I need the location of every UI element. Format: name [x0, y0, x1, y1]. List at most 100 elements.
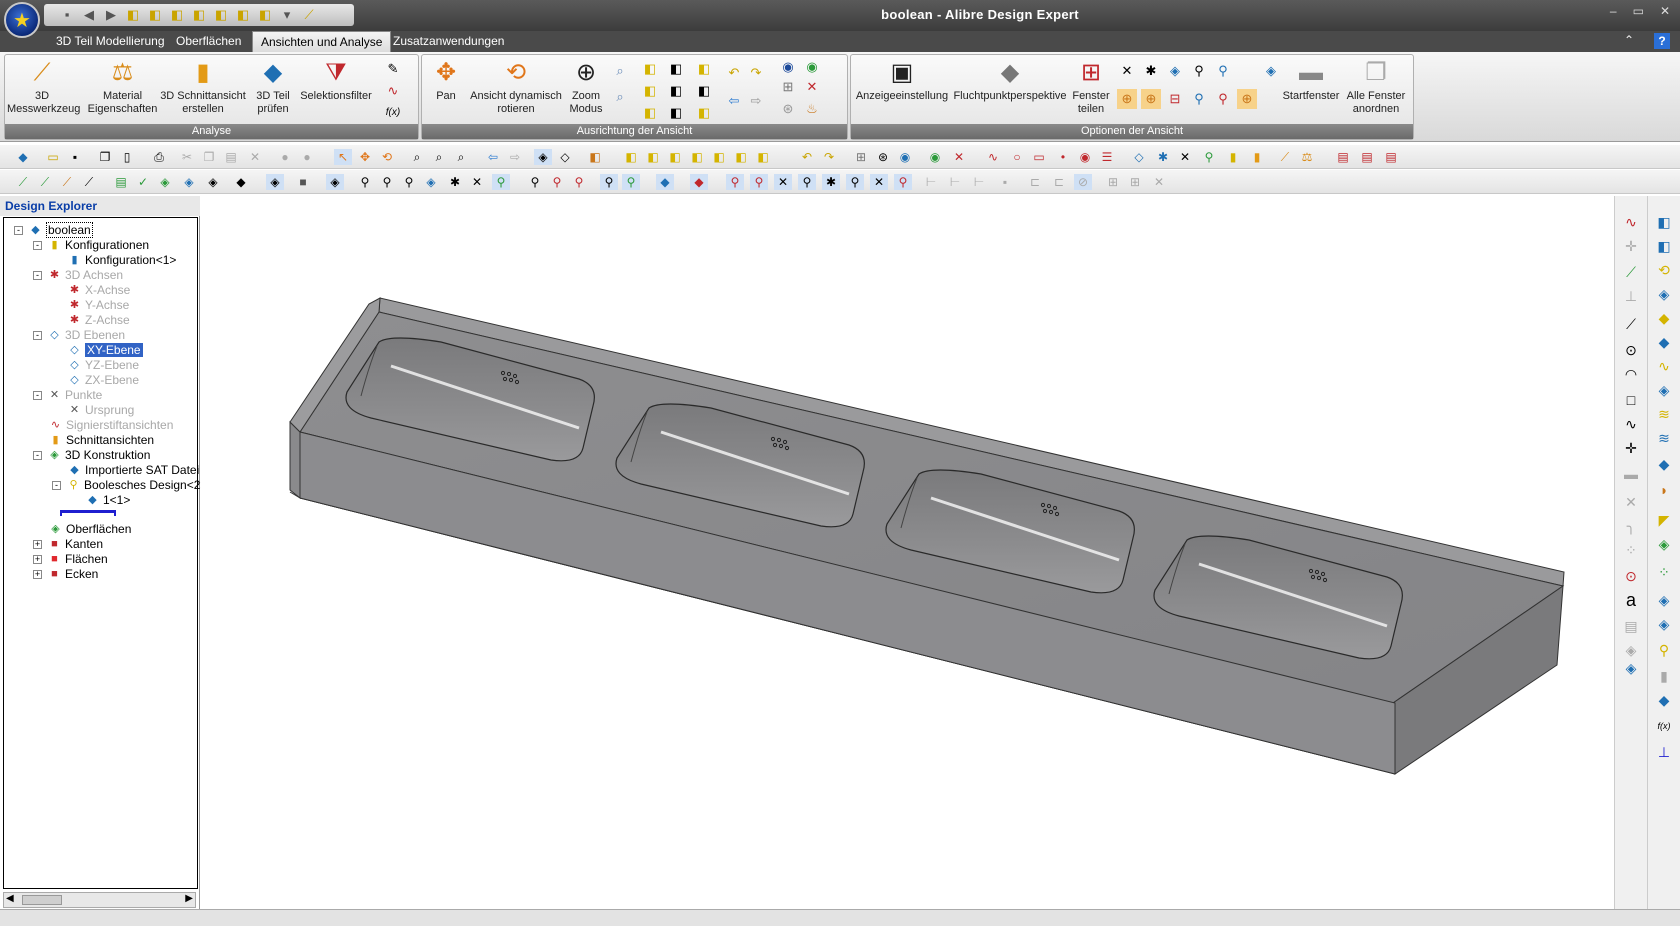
tree-node-kanten[interactable]: + ■ Kanten: [33, 536, 103, 552]
constraint-icon[interactable]: ◈: [422, 174, 440, 190]
show-icon[interactable]: ◉: [926, 149, 944, 165]
split-window-button[interactable]: ⊞ Fenster teilen: [1069, 59, 1113, 116]
maximize-button[interactable]: ▭: [1633, 4, 1644, 18]
constraint-icon[interactable]: ◆: [690, 174, 708, 190]
rectangle-icon[interactable]: □: [1621, 390, 1641, 410]
tree-node-xy-ebene[interactable]: ◇ XY-Ebene: [68, 342, 143, 358]
cylinder-icon[interactable]: ▮: [1654, 666, 1674, 686]
extrude-icon[interactable]: ◧: [1654, 212, 1674, 232]
line-icon[interactable]: ⟋: [1621, 262, 1641, 282]
wireframe-icon[interactable]: ◇: [556, 149, 574, 165]
circle-icon[interactable]: ⊙: [1621, 340, 1641, 360]
open-icon[interactable]: ▭: [44, 149, 62, 165]
point-icon[interactable]: ✕: [1176, 149, 1194, 165]
view-normal-icon[interactable]: ◧: [694, 81, 714, 101]
hide-icon[interactable]: ✕: [950, 149, 968, 165]
sketch-icon[interactable]: ∿: [984, 149, 1002, 165]
section-icon[interactable]: ◧: [586, 149, 604, 165]
grid-icon[interactable]: ⊞: [1104, 174, 1122, 190]
tree-node-ecken[interactable]: + ■ Ecken: [33, 566, 98, 582]
application-menu-button[interactable]: ★: [4, 2, 40, 38]
constraint-icon[interactable]: ✱: [446, 174, 464, 190]
zoom-window-icon[interactable]: ⌕: [610, 87, 630, 107]
hide-all-icon[interactable]: ⊞: [778, 77, 798, 97]
delete-icon[interactable]: ✕: [246, 149, 264, 165]
fill-icon[interactable]: ▬: [1621, 464, 1641, 484]
rotate-view-button[interactable]: ⟲ Ansicht dynamisch rotieren: [466, 59, 566, 116]
view-back-icon[interactable]: ◧: [644, 149, 662, 165]
loft-icon[interactable]: ◆: [1654, 308, 1674, 328]
hole-icon[interactable]: ◆: [1654, 454, 1674, 474]
dimension-icon[interactable]: ⊥: [1621, 286, 1641, 306]
feature-icon[interactable]: ◈: [180, 174, 198, 190]
pan-button[interactable]: ✥ Pan: [426, 59, 466, 103]
tree-node-schnittansichten[interactable]: ▮ Schnittansichten: [49, 432, 154, 448]
view-front-icon[interactable]: ◧: [622, 149, 640, 165]
tree-node-punkte[interactable]: - ✕ Punkte: [33, 387, 102, 403]
dimension-icon[interactable]: ⊢: [946, 174, 964, 190]
pdf-icon[interactable]: ▤: [1334, 149, 1352, 165]
cut-icon[interactable]: ◧: [1654, 236, 1674, 256]
previous-view-icon[interactable]: ⇦: [724, 91, 744, 111]
arc-icon[interactable]: ◠: [1621, 364, 1641, 384]
rotate-right-icon[interactable]: ↷: [820, 149, 838, 165]
feature-icon[interactable]: ⟋: [36, 174, 54, 190]
zoom-window-icon[interactable]: ⌕: [430, 149, 448, 165]
tree-node-importierte-sat-datei[interactable]: ◆ Importierte SAT Datei: [68, 462, 199, 478]
axis-icon[interactable]: ✱: [1154, 149, 1172, 165]
shell-icon[interactable]: ◈: [1654, 534, 1674, 554]
cut-icon[interactable]: ✂: [178, 149, 196, 165]
scrollbar-thumb[interactable]: [22, 895, 62, 905]
fx-icon[interactable]: f(x): [1654, 716, 1674, 736]
tab-3d-teil-modellierung[interactable]: 3D Teil Modellierung: [48, 31, 173, 52]
point-icon[interactable]: ✛: [1621, 438, 1641, 458]
pattern-icon[interactable]: ⁘: [1621, 540, 1641, 560]
constraint-icon[interactable]: ⚲: [526, 174, 544, 190]
show-icon[interactable]: ◉: [802, 57, 822, 77]
feature-icon[interactable]: ⊕: [1237, 89, 1257, 109]
check-part-button[interactable]: ◆ 3D Teil prüfen: [249, 59, 297, 116]
feature-icon[interactable]: ✓: [134, 174, 152, 190]
constraint-icon[interactable]: ⚲: [726, 174, 744, 190]
plane-icon[interactable]: ◇: [1130, 149, 1148, 165]
measure-tool-button[interactable]: ⟋ 3D Messwerkzeug: [7, 59, 80, 116]
create-section-view-button[interactable]: ▮ 3D Schnittansicht erstellen: [157, 59, 249, 116]
constraint-icon[interactable]: ⚲: [798, 174, 816, 190]
constraint-icon[interactable]: ⚲: [548, 174, 566, 190]
config-icon[interactable]: ▮: [1224, 149, 1242, 165]
grid-icon[interactable]: ✕: [1150, 174, 1168, 190]
spline-icon[interactable]: ∿: [1621, 414, 1641, 434]
material-properties-button[interactable]: ⚖ Material Eigenschaften: [85, 59, 160, 116]
constraint-icon[interactable]: ⚲: [400, 174, 418, 190]
save-icon[interactable]: ▪: [66, 149, 84, 165]
print-icon[interactable]: ⎙: [150, 149, 168, 165]
constraint-icon[interactable]: ⚲: [492, 174, 510, 190]
sketch-icon[interactable]: ∿: [1621, 212, 1641, 232]
feature-icon[interactable]: ◈: [1621, 640, 1641, 660]
sweep-cut-icon[interactable]: ◈: [1654, 380, 1674, 400]
feature-icon[interactable]: ◈: [156, 174, 174, 190]
list-icon[interactable]: ☰: [1098, 149, 1116, 165]
display-settings-button[interactable]: ▣ Anzeigeeinstellung: [855, 59, 949, 103]
undo-icon[interactable]: ●: [276, 149, 294, 165]
loft-cut-icon[interactable]: ◆: [1654, 332, 1674, 352]
tree-node-boolean[interactable]: - ◆ boolean: [14, 222, 93, 238]
thread-icon[interactable]: ≋: [1654, 428, 1674, 448]
reference-icon[interactable]: ⊛: [778, 99, 798, 119]
helix-icon[interactable]: ≋: [1654, 404, 1674, 424]
tree-node-yz-ebene[interactable]: ◇ YZ-Ebene: [68, 357, 139, 373]
view-left-icon[interactable]: ◧: [666, 81, 686, 101]
constraint-icon[interactable]: ✕: [870, 174, 888, 190]
horizontal-scrollbar[interactable]: ◀ ▶: [3, 892, 196, 908]
feature-icon[interactable]: ⊕: [1117, 89, 1137, 109]
section-view-icon[interactable]: ▮: [1248, 149, 1266, 165]
fillet-icon[interactable]: ╮: [1621, 516, 1641, 536]
page-icon[interactable]: ▯: [118, 149, 136, 165]
view-bottom-icon[interactable]: ◧: [732, 149, 750, 165]
tab-oberflaechen[interactable]: Oberflächen: [168, 31, 249, 52]
constraint-icon[interactable]: ✱: [1141, 61, 1161, 81]
arrange-windows-button[interactable]: ❐ Alle Fenster anordnen: [1343, 59, 1409, 116]
view-bottom-icon[interactable]: ◧: [666, 59, 686, 79]
rotate-left-icon[interactable]: ↶: [798, 149, 816, 165]
tree-node-z-achse[interactable]: ✱ Z-Achse: [68, 312, 130, 328]
